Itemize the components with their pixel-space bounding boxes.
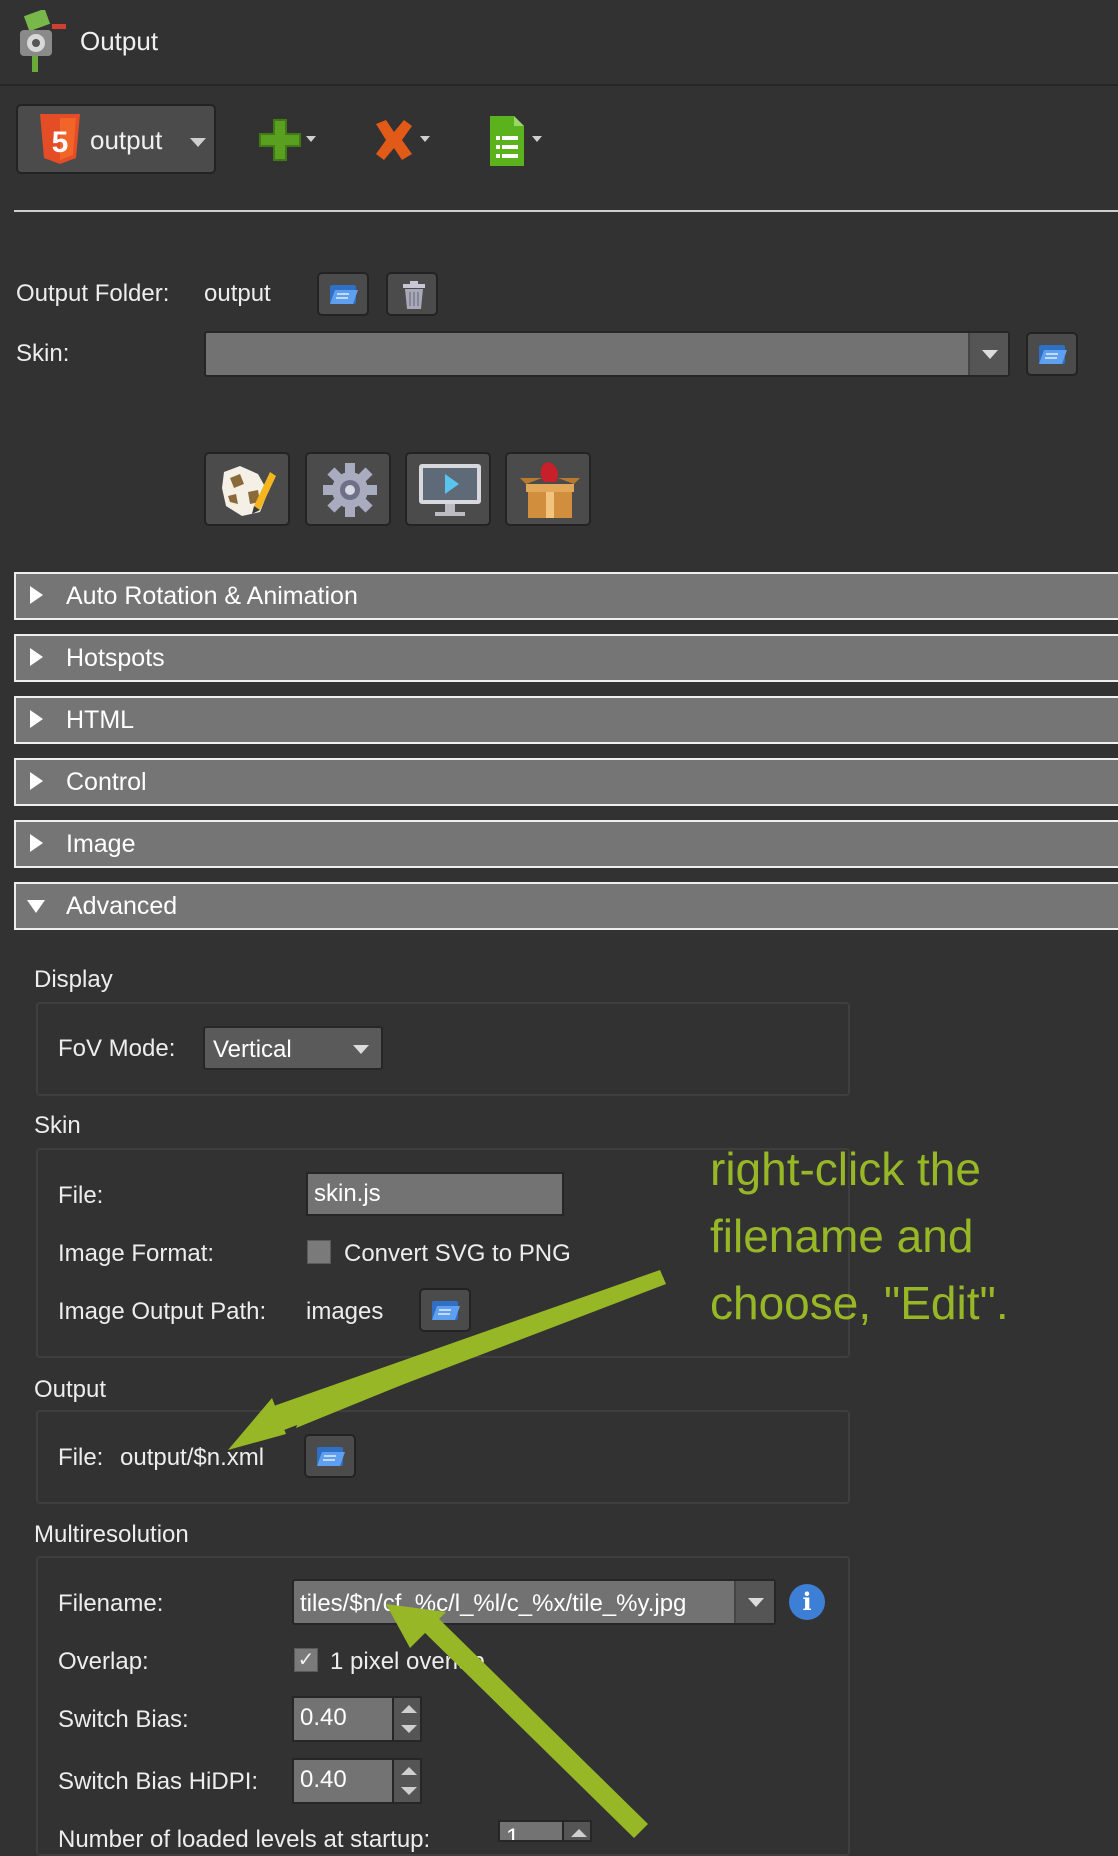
section-label: Control xyxy=(66,768,147,796)
image-output-path-browse-button[interactable] xyxy=(419,1288,471,1332)
skin-select[interactable] xyxy=(204,331,1010,377)
svg-text:5: 5 xyxy=(52,126,69,159)
output-group-title: Output xyxy=(34,1376,107,1403)
folder-open-icon xyxy=(1039,345,1067,364)
chevron-down-icon xyxy=(190,138,206,147)
expand-triangle-icon xyxy=(30,648,43,666)
template-button[interactable] xyxy=(488,114,550,168)
section-label: Image xyxy=(66,830,136,858)
package-button[interactable] xyxy=(505,452,591,526)
folder-open-icon xyxy=(317,1447,345,1466)
filename-value[interactable]: tiles/$n/cf_%c/l_%l/c_%x/tile_%y.jpg xyxy=(300,1590,686,1618)
app-logo-icon xyxy=(20,10,66,72)
section-label: Auto Rotation & Animation xyxy=(66,582,358,610)
skin-editor-button[interactable] xyxy=(204,452,290,526)
loaded-levels-input[interactable]: 1 xyxy=(498,1820,564,1842)
overlap-checkbox[interactable]: ✓ xyxy=(294,1648,318,1672)
fov-mode-value: Vertical xyxy=(213,1036,292,1063)
info-icon[interactable]: i xyxy=(789,1584,825,1620)
chevron-down-icon xyxy=(734,1581,774,1623)
section-label: Hotspots xyxy=(66,644,165,672)
plus-icon xyxy=(259,119,316,161)
output-file-label: File: xyxy=(58,1444,104,1471)
switch-bias-hidpi-input[interactable]: 0.40 xyxy=(292,1758,394,1804)
section-html[interactable]: HTML xyxy=(14,696,1118,744)
output-folder-label: Output Folder: xyxy=(16,280,170,307)
convert-svg-label: Convert SVG to PNG xyxy=(344,1240,571,1267)
gear-icon xyxy=(323,463,377,517)
filename-combo[interactable]: tiles/$n/cf_%c/l_%l/c_%x/tile_%y.jpg xyxy=(292,1579,776,1625)
switch-bias-spinner[interactable] xyxy=(392,1696,422,1742)
skin-browse-button[interactable] xyxy=(1026,332,1078,376)
image-output-path-label: Image Output Path: xyxy=(58,1298,267,1325)
section-label: Advanced xyxy=(66,892,178,920)
html5-icon: 5 xyxy=(40,114,80,164)
remove-output-button[interactable] xyxy=(372,118,434,164)
image-output-path-value: images xyxy=(306,1298,384,1325)
section-hotspots[interactable]: Hotspots xyxy=(14,634,1118,682)
output-file-browse-button[interactable] xyxy=(304,1434,356,1478)
add-output-button[interactable] xyxy=(258,118,320,164)
display-group-title: Display xyxy=(34,966,113,993)
annotation-line: filename and xyxy=(710,1210,974,1262)
annotation-line: right-click the xyxy=(710,1143,981,1195)
image-format-label: Image Format: xyxy=(58,1240,215,1267)
multires-group-title: Multiresolution xyxy=(34,1521,189,1548)
switch-bias-label: Switch Bias: xyxy=(58,1706,189,1733)
loaded-levels-label: Number of loaded levels at startup: xyxy=(58,1826,431,1853)
skin-group-title: Skin xyxy=(34,1112,81,1139)
monitor-play-icon xyxy=(419,464,481,516)
section-label: HTML xyxy=(66,706,135,734)
document-list-icon xyxy=(490,116,542,166)
box-icon xyxy=(520,462,580,518)
section-advanced[interactable]: Advanced xyxy=(14,882,1118,930)
convert-svg-checkbox[interactable] xyxy=(307,1240,331,1264)
fov-mode-select[interactable]: Vertical xyxy=(203,1026,383,1070)
annotation-text: right-click the filename and choose, "Ed… xyxy=(710,1136,1009,1337)
skin-file-input[interactable]: skin.js xyxy=(306,1172,564,1216)
output-folder-clear-button[interactable] xyxy=(386,272,438,316)
folder-open-icon xyxy=(432,1301,460,1320)
title-bar: Output xyxy=(0,0,1118,86)
output-file-value[interactable]: output/$n.xml xyxy=(120,1444,264,1472)
output-selector-label: output xyxy=(90,125,163,155)
filename-label: Filename: xyxy=(58,1590,164,1617)
expand-triangle-icon xyxy=(30,834,43,852)
toolbar-separator xyxy=(14,210,1118,212)
expand-triangle-icon xyxy=(30,710,43,728)
folder-open-icon xyxy=(330,285,358,304)
window-title: Output xyxy=(80,26,159,56)
chevron-down-icon xyxy=(353,1045,369,1054)
loaded-levels-spinner[interactable] xyxy=(562,1820,592,1842)
arrow-down-icon xyxy=(401,1787,417,1795)
arrow-up-icon xyxy=(401,1767,417,1775)
overlap-text: 1 pixel overlap xyxy=(330,1648,485,1675)
skin-file-label: File: xyxy=(58,1182,104,1209)
arrow-up-icon xyxy=(571,1829,587,1837)
arrow-up-icon xyxy=(401,1705,417,1713)
map-pencil-icon xyxy=(222,466,276,516)
output-folder-browse-button[interactable] xyxy=(317,272,369,316)
switch-bias-hidpi-spinner[interactable] xyxy=(392,1758,422,1804)
switch-bias-hidpi-label: Switch Bias HiDPI: xyxy=(58,1768,259,1795)
output-selector-button[interactable]: 5 output xyxy=(16,104,216,174)
section-control[interactable]: Control xyxy=(14,758,1118,806)
expand-triangle-icon xyxy=(30,772,43,790)
preview-button[interactable] xyxy=(405,452,491,526)
overlap-label: Overlap: xyxy=(58,1648,149,1675)
close-icon xyxy=(376,120,430,160)
expand-triangle-icon xyxy=(30,586,43,604)
collapse-triangle-icon xyxy=(27,900,45,913)
skin-label: Skin: xyxy=(16,340,70,367)
annotation-line: choose, "Edit". xyxy=(710,1277,1009,1329)
output-folder-value: output xyxy=(204,280,271,307)
fov-mode-label: FoV Mode: xyxy=(58,1035,176,1062)
arrow-down-icon xyxy=(401,1725,417,1733)
switch-bias-input[interactable]: 0.40 xyxy=(292,1696,394,1742)
settings-button[interactable] xyxy=(305,452,391,526)
section-auto-rotation[interactable]: Auto Rotation & Animation xyxy=(14,572,1118,620)
chevron-down-icon xyxy=(968,333,1008,375)
section-image[interactable]: Image xyxy=(14,820,1118,868)
trash-icon xyxy=(403,281,425,309)
